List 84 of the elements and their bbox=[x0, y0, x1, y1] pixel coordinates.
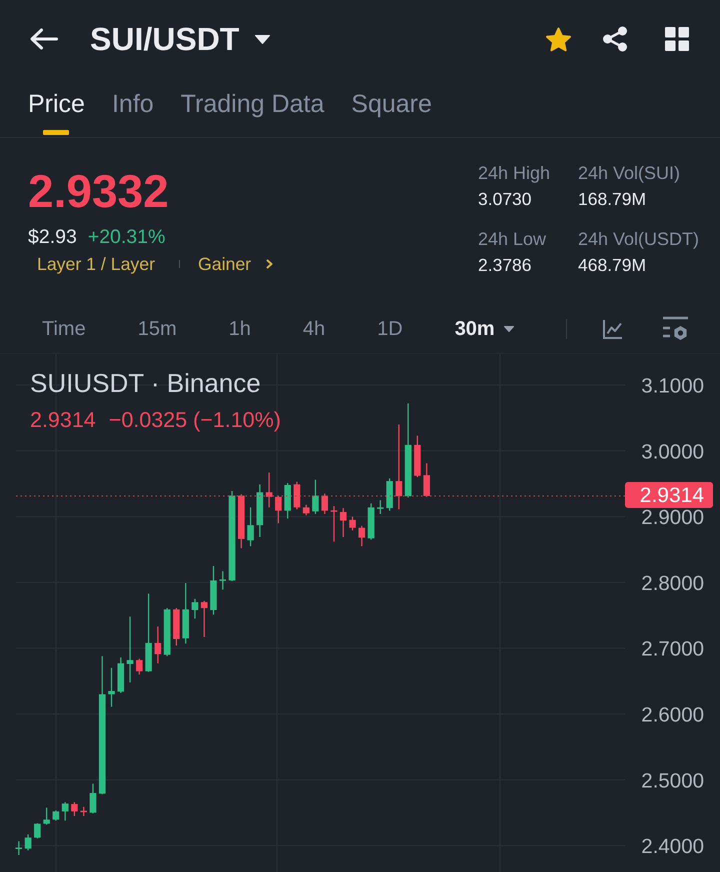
candle bbox=[275, 496, 282, 524]
candle bbox=[423, 463, 430, 497]
candle bbox=[321, 494, 328, 514]
candle bbox=[90, 784, 96, 814]
star-icon[interactable] bbox=[545, 26, 572, 52]
caret-icon[interactable] bbox=[504, 326, 514, 332]
candle bbox=[71, 802, 78, 816]
interval-tab[interactable]: 1D bbox=[377, 318, 403, 338]
axis-label: 2.4000 bbox=[641, 835, 704, 858]
tab[interactable]: Info bbox=[112, 78, 154, 137]
chart-symbol: SUIUSDT · Binance bbox=[30, 370, 262, 396]
candle bbox=[349, 516, 356, 530]
axis-label: 3.1000 bbox=[641, 374, 704, 398]
tab[interactable]: Trading Data bbox=[180, 78, 324, 137]
axis-label: 2.7000 bbox=[641, 638, 704, 661]
interval-tab[interactable]: Time bbox=[42, 318, 86, 338]
candle bbox=[16, 841, 22, 855]
pair-title[interactable]: SUI/USDT bbox=[90, 23, 240, 55]
stat-label: 24h Vol(USDT) bbox=[578, 230, 700, 248]
candle bbox=[284, 483, 291, 519]
stat-value: 468.79M bbox=[578, 256, 646, 274]
axis-label: 2.9000 bbox=[641, 506, 704, 530]
stat-value: 168.79M bbox=[578, 191, 646, 208]
candle bbox=[62, 802, 68, 821]
chart-last-price: 2.9314 bbox=[30, 410, 96, 432]
last-price: 2.9332 bbox=[28, 168, 169, 214]
candle bbox=[386, 478, 393, 511]
candle bbox=[34, 823, 41, 838]
candle bbox=[182, 583, 189, 644]
interval-tab[interactable]: 15m bbox=[138, 318, 177, 338]
candle bbox=[377, 500, 384, 514]
settings-icon[interactable] bbox=[662, 316, 688, 341]
candle bbox=[256, 484, 264, 537]
candle bbox=[368, 503, 374, 540]
price-tag: 2.9314 bbox=[625, 482, 713, 508]
price-change: +20.31% bbox=[88, 228, 166, 248]
chart-price-change: −0.0325 (−1.10%) bbox=[108, 410, 281, 432]
interval-tab[interactable]: 4h bbox=[302, 318, 326, 338]
axis-label: 2.8000 bbox=[641, 572, 704, 595]
candle bbox=[136, 658, 143, 675]
tab[interactable]: Square bbox=[351, 78, 432, 137]
candle bbox=[358, 526, 366, 546]
candle bbox=[414, 436, 421, 478]
candle bbox=[312, 480, 319, 514]
candle bbox=[330, 506, 338, 542]
candle bbox=[302, 504, 310, 516]
axis-label: 2.5000 bbox=[641, 769, 704, 792]
candle bbox=[126, 616, 134, 682]
candle bbox=[200, 600, 208, 638]
candle bbox=[192, 598, 198, 619]
candle bbox=[219, 571, 226, 590]
grid-icon[interactable] bbox=[665, 27, 689, 51]
share-icon[interactable] bbox=[602, 26, 628, 52]
candle bbox=[247, 507, 254, 546]
interval-tab[interactable]: 1h bbox=[228, 318, 251, 338]
axis-label: 2.6000 bbox=[641, 704, 704, 726]
interval-tab[interactable]: 30m bbox=[454, 318, 514, 338]
candle bbox=[154, 626, 162, 664]
stat-label: 24h High bbox=[478, 164, 550, 182]
stat-value: 3.0730 bbox=[478, 191, 532, 208]
axis-label: 3.0000 bbox=[641, 440, 704, 464]
candle bbox=[43, 808, 50, 825]
candle bbox=[24, 834, 32, 850]
stat-label: 24h Vol(SUI) bbox=[578, 164, 680, 182]
candle bbox=[238, 494, 245, 548]
stat-label: 24h Low bbox=[478, 230, 546, 248]
candle bbox=[80, 806, 87, 816]
back-icon[interactable] bbox=[30, 28, 58, 50]
tab[interactable]: Price bbox=[28, 78, 85, 137]
candle bbox=[173, 608, 180, 646]
candle bbox=[164, 608, 170, 656]
line-chart-icon[interactable] bbox=[602, 318, 623, 338]
candle bbox=[117, 657, 124, 693]
candle bbox=[294, 482, 300, 510]
tag-link[interactable]: Gainer bbox=[198, 256, 274, 274]
candle bbox=[210, 566, 217, 615]
category-tag[interactable]: Layer 1 / Layer bbox=[37, 256, 155, 274]
chevron-icon[interactable] bbox=[266, 259, 274, 270]
stat-value: 2.3786 bbox=[478, 256, 532, 274]
candle bbox=[52, 810, 60, 821]
candle bbox=[108, 668, 115, 707]
candle bbox=[340, 508, 347, 537]
usd-price: $2.93 bbox=[28, 228, 77, 248]
candle bbox=[266, 472, 272, 508]
